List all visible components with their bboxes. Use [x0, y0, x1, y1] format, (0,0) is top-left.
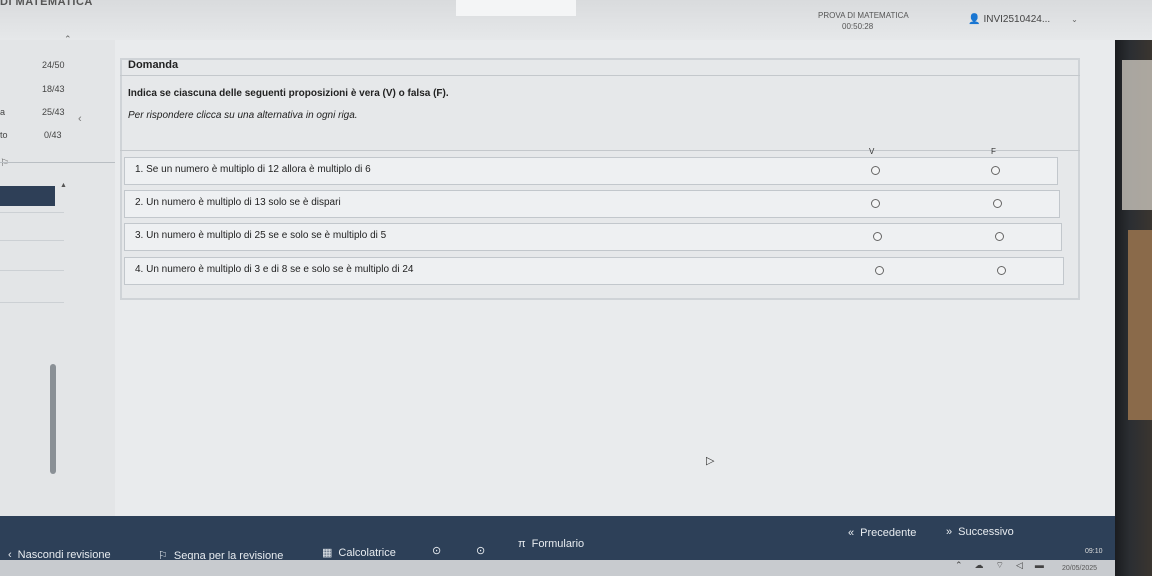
- clock-date: 20/05/2025: [1062, 565, 1098, 572]
- statement-text: 1. Se un numero è multiplo di 12 allora …: [135, 164, 371, 175]
- previous-button[interactable]: « Precedente: [848, 527, 916, 539]
- question-title: Domanda: [128, 59, 179, 71]
- background-wood: [1128, 230, 1152, 420]
- statement-row: 2. Un numero è multiplo di 13 solo se è …: [124, 190, 1060, 218]
- previous-label: Precedente: [860, 527, 917, 539]
- target-icon[interactable]: ⊙: [476, 544, 485, 557]
- next-button[interactable]: » Successivo: [946, 526, 1014, 538]
- calculator-label: Calcolatrice: [338, 546, 396, 559]
- statement-text: 2. Un numero è multiplo di 13 solo se è …: [135, 197, 341, 208]
- statement-text: 4. Un numero è multiplo di 3 e di 8 se e…: [135, 264, 414, 275]
- top-banner: [456, 0, 576, 16]
- calculator-icon: ▦: [322, 547, 333, 559]
- statement-row: 3. Un numero è multiplo di 25 se e solo …: [124, 223, 1062, 251]
- exam-title: PROVA DI MATEMATICA: [818, 11, 909, 20]
- chevron-up-icon[interactable]: ⌃: [64, 34, 72, 45]
- question-item[interactable]: [0, 302, 64, 303]
- radio-true[interactable]: [871, 199, 880, 208]
- radio-false[interactable]: [993, 199, 1002, 208]
- section-label-4: to: [0, 130, 8, 140]
- section-label-3: a: [0, 107, 6, 117]
- section-count-2[interactable]: 18/43: [42, 84, 65, 94]
- next-label: Successivo: [958, 526, 1014, 538]
- user-menu[interactable]: 👤 INVI2510424... ⌄: [968, 14, 1078, 25]
- mouse-cursor-icon: ▷: [706, 455, 715, 467]
- section-count-1[interactable]: 24/50: [42, 60, 65, 70]
- section-count-3[interactable]: 25/43: [42, 107, 65, 117]
- question-item[interactable]: [0, 212, 64, 213]
- radio-true[interactable]: [873, 232, 882, 241]
- formulary-button[interactable]: π Formulario: [518, 538, 584, 550]
- radio-false[interactable]: [995, 232, 1004, 241]
- calculator-button[interactable]: ▦ Calcolatrice: [322, 546, 396, 560]
- statement-row: 4. Un numero è multiplo di 3 e di 8 se e…: [124, 257, 1064, 285]
- sidebar-scrollbar[interactable]: [50, 364, 56, 474]
- column-header-true: V: [869, 147, 875, 156]
- target-icon[interactable]: ⊙: [432, 544, 441, 557]
- user-id: INVI2510424...: [983, 14, 1051, 25]
- divider: [120, 75, 1080, 76]
- radio-false[interactable]: [997, 266, 1006, 275]
- chevron-down-icon[interactable]: ⌄: [1071, 15, 1078, 24]
- exam-timer: 00:50:28: [842, 22, 874, 31]
- double-chevron-left-icon: «: [848, 527, 855, 539]
- double-chevron-right-icon: »: [946, 526, 953, 538]
- divider: [120, 150, 1080, 151]
- clock-time: 09:10: [1085, 548, 1103, 555]
- section-count-4[interactable]: 0/43: [44, 130, 62, 140]
- user-icon: 👤: [968, 14, 981, 25]
- sections-sidebar: ⌃ 24/50 18/43 a 25/43 ‹ to 0/43 ⚐ ▲ ▼: [0, 34, 115, 525]
- background-wall: [1122, 60, 1152, 210]
- sidebar-divider: [0, 162, 115, 163]
- collapse-sidebar-icon[interactable]: ‹: [78, 113, 82, 125]
- statement-text: 3. Un numero è multiplo di 25 se e solo …: [135, 230, 387, 241]
- flag-icon: ⚐: [0, 158, 9, 169]
- statement-row: 1. Se un numero è multiplo di 12 allora …: [124, 157, 1058, 185]
- scroll-up-icon[interactable]: ▲: [60, 182, 67, 189]
- question-item-active[interactable]: [0, 186, 55, 206]
- formulary-label: Formulario: [531, 538, 585, 550]
- radio-true[interactable]: [871, 166, 880, 175]
- question-item[interactable]: [0, 240, 64, 241]
- question-instruction: Indica se ciascuna delle seguenti propos…: [128, 88, 449, 99]
- pi-icon: π: [518, 538, 526, 550]
- top-bar: DI MATEMATICA PROVA DI MATEMATICA 00:50:…: [0, 0, 1152, 42]
- question-hint: Per rispondere clicca su una alternativa…: [128, 110, 358, 121]
- radio-false[interactable]: [991, 166, 1000, 175]
- question-panel: Domanda Indica se ciascuna delle seguent…: [115, 40, 1115, 516]
- radio-true[interactable]: [875, 266, 884, 275]
- question-item[interactable]: [0, 270, 64, 271]
- tray-icons[interactable]: ⌃☁⌔◁▬: [955, 560, 1056, 571]
- app-title: DI MATEMATICA: [0, 0, 93, 8]
- column-header-false: F: [991, 147, 996, 156]
